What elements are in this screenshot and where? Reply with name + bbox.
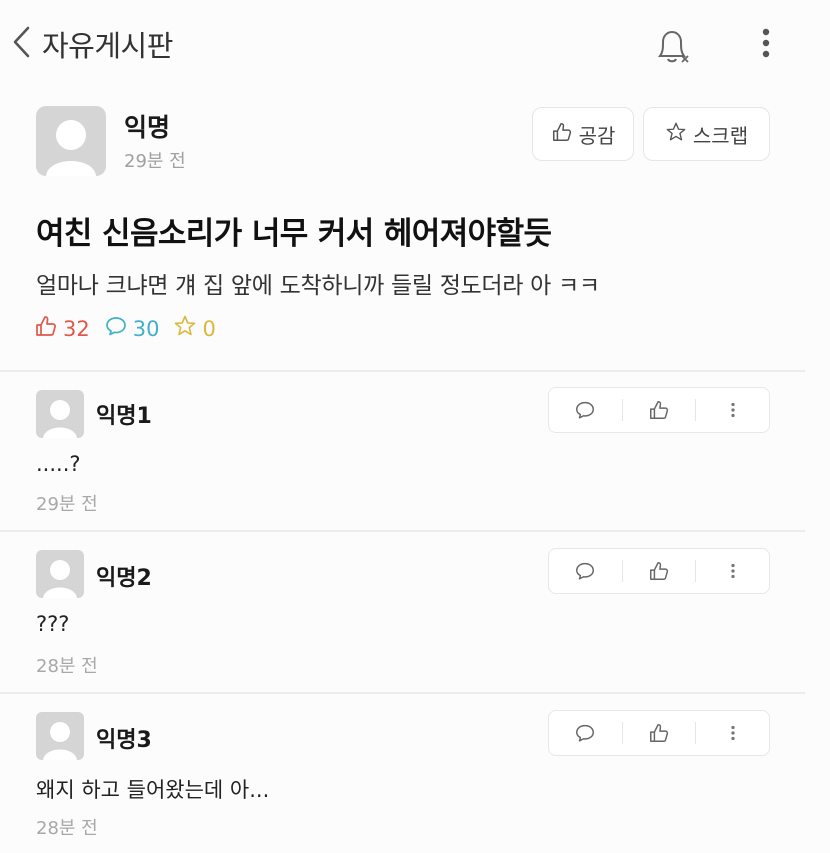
star-icon [665, 121, 687, 148]
comment-more-button[interactable] [696, 388, 769, 432]
reply-button[interactable] [549, 549, 622, 593]
post-title: 여친 신음소리가 너무 커서 헤어져야할듯 [36, 216, 552, 252]
board-title: 자유게시판 [42, 29, 173, 63]
comment-time: 29분 전 [36, 494, 98, 515]
comment-like-button[interactable] [623, 388, 696, 432]
comment-more-button[interactable] [696, 711, 769, 755]
post-stats: 32 30 0 [34, 314, 230, 343]
scrap-count-value: 0 [202, 316, 216, 341]
more-vertical-icon [731, 563, 735, 579]
divider [0, 530, 805, 532]
comment-like-button[interactable] [623, 549, 696, 593]
reply-button[interactable] [549, 711, 622, 755]
comment-like-button[interactable] [623, 711, 696, 755]
thumbs-up-icon [650, 562, 669, 580]
comment-actions [548, 387, 770, 433]
like-button[interactable]: 공감 [532, 107, 634, 161]
avatar [36, 390, 84, 438]
comment-icon [104, 314, 128, 343]
like-count: 32 [34, 314, 90, 343]
avatar [36, 106, 106, 176]
comment-more-button[interactable] [696, 549, 769, 593]
comment-text: 왜지 하고 들어왔는데 아... [36, 778, 270, 802]
comment-icon [576, 562, 595, 580]
post-author: 익명 [124, 113, 171, 142]
thumbs-up-icon [551, 121, 573, 148]
thumbs-up-icon [650, 401, 669, 419]
comment-author: 익명2 [96, 566, 152, 591]
comment-time: 28분 전 [36, 818, 98, 839]
avatar [36, 550, 84, 598]
comment-actions [548, 548, 770, 594]
comment-time: 28분 전 [36, 656, 98, 677]
scrap-button[interactable]: 스크랩 [643, 107, 770, 161]
like-count-value: 32 [63, 316, 90, 341]
scrap-count: 0 [173, 314, 216, 343]
comment-text: .....? [36, 452, 81, 476]
divider [0, 370, 805, 372]
comment-text: ??? [36, 612, 70, 636]
post-time: 29분 전 [124, 151, 186, 172]
post-body: 얼마나 크냐면 걔 집 앞에 도착하니까 들릴 정도더라 아 ㅋㅋ [36, 273, 600, 299]
star-icon [173, 314, 197, 343]
comment-author: 익명1 [96, 404, 152, 429]
back-button[interactable]: 자유게시판 [10, 22, 210, 66]
comment-actions [548, 710, 770, 756]
comment-icon [576, 401, 595, 419]
comment-count: 30 [104, 314, 160, 343]
comment-icon [576, 724, 595, 742]
comment-author: 익명3 [96, 728, 152, 753]
divider [0, 692, 805, 694]
more-vertical-icon[interactable] [752, 24, 780, 64]
avatar [36, 712, 84, 760]
more-vertical-icon [731, 725, 735, 741]
thumbs-up-icon [650, 724, 669, 742]
like-button-label: 공감 [578, 123, 616, 148]
thumbs-up-icon [34, 314, 58, 343]
comment-count-value: 30 [132, 316, 160, 341]
scrap-button-label: 스크랩 [692, 123, 749, 148]
reply-button[interactable] [549, 388, 622, 432]
bell-off-icon[interactable] [650, 24, 694, 68]
chevron-left-icon [10, 24, 34, 64]
more-vertical-icon [731, 402, 735, 418]
